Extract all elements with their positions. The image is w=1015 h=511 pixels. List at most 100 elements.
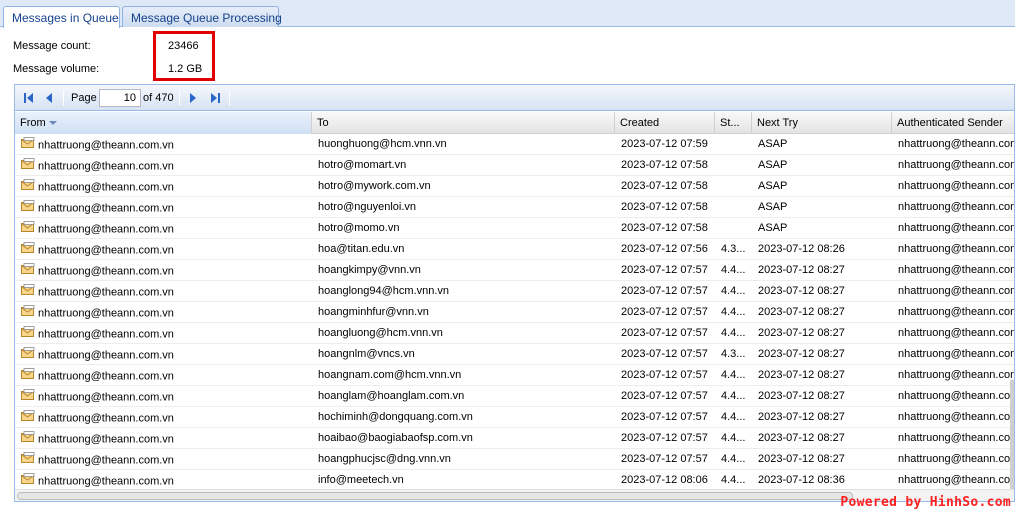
page-label: Page: [71, 92, 97, 104]
table-row[interactable]: nhattruong@theann.com.vn hochiminh@dongqu…: [15, 407, 1014, 428]
cell-status: 4.4...: [721, 432, 746, 444]
table-row[interactable]: nhattruong@theann.com.vn hoa@titan.edu.vn…: [15, 239, 1014, 260]
cell-from: nhattruong@theann.com.vn: [21, 218, 311, 238]
column-header-created[interactable]: Created: [615, 112, 715, 134]
column-header-from[interactable]: From: [15, 112, 312, 134]
cell-next-try: 2023-07-12 08:36: [758, 474, 845, 486]
cell-next-try: ASAP: [758, 159, 788, 171]
table-row[interactable]: nhattruong@theann.com.vn hoangphucjsc@dng…: [15, 449, 1014, 470]
cell-to: hoangkimpy@vnn.vn: [318, 264, 421, 276]
envelope-icon: [21, 137, 35, 152]
table-row[interactable]: nhattruong@theann.com.vn hoanglam@hoangla…: [15, 386, 1014, 407]
envelope-icon: [21, 368, 35, 383]
table-row[interactable]: nhattruong@theann.com.vn hotro@nguyenloi.…: [15, 197, 1014, 218]
cell-next-try: 2023-07-12 08:27: [758, 369, 845, 381]
cell-status: 4.4...: [721, 411, 746, 423]
envelope-icon: [21, 221, 35, 236]
cell-status: 4.4...: [721, 453, 746, 465]
cell-from: nhattruong@theann.com.vn: [21, 134, 311, 154]
cell-next-try: 2023-07-12 08:27: [758, 411, 845, 423]
cell-status: [715, 176, 752, 196]
prev-page-icon[interactable]: [41, 90, 57, 106]
cell-authenticated-sender: nhattruong@theann.com.vn: [898, 243, 1014, 255]
cell-to: hoangminhfur@vnn.vn: [318, 306, 429, 318]
pager-separator: [179, 90, 180, 106]
column-header-authenticated-sender[interactable]: Authenticated Sender: [892, 112, 1014, 134]
table-row[interactable]: nhattruong@theann.com.vn hoangminhfur@vnn…: [15, 302, 1014, 323]
table-row[interactable]: nhattruong@theann.com.vn hoangluong@hcm.v…: [15, 323, 1014, 344]
horizontal-scrollbar-thumb[interactable]: [17, 492, 853, 500]
cell-created: 2023-07-12 07:57: [621, 432, 708, 444]
table-row[interactable]: nhattruong@theann.com.vn hoaibao@baogiaba…: [15, 428, 1014, 449]
cell-next-try: 2023-07-12 08:27: [758, 264, 845, 276]
envelope-icon: [21, 158, 35, 173]
table-row[interactable]: nhattruong@theann.com.vn hotro@mywork.com…: [15, 176, 1014, 197]
cell-created: 2023-07-12 07:57: [621, 306, 708, 318]
cell-from: nhattruong@theann.com.vn: [21, 260, 311, 280]
cell-created: 2023-07-12 07:58: [621, 222, 708, 234]
cell-from-text: nhattruong@theann.com.vn: [38, 265, 174, 278]
table-row[interactable]: nhattruong@theann.com.vn info@meetech.vn 2…: [15, 470, 1014, 491]
cell-from: nhattruong@theann.com.vn: [21, 470, 311, 490]
table-row[interactable]: nhattruong@theann.com.vn hoangnam.com@hcm…: [15, 365, 1014, 386]
cell-to: huonghuong@hcm.vnn.vn: [318, 138, 447, 150]
cell-to: info@meetech.vn: [318, 474, 404, 486]
cell-from: nhattruong@theann.com.vn: [21, 281, 311, 301]
table-row[interactable]: nhattruong@theann.com.vn hotro@momo.vn 202…: [15, 218, 1014, 239]
cell-created: 2023-07-12 07:57: [621, 327, 708, 339]
next-page-icon[interactable]: [185, 90, 201, 106]
cell-to: hoangluong@hcm.vnn.vn: [318, 327, 443, 339]
cell-from-text: nhattruong@theann.com.vn: [38, 244, 174, 257]
cell-from-text: nhattruong@theann.com.vn: [38, 433, 174, 446]
column-header-from-label: From: [20, 117, 46, 129]
cell-status: 4.3...: [721, 348, 746, 360]
cell-to: hoangphucjsc@dng.vnn.vn: [318, 453, 451, 465]
column-header-to[interactable]: To: [312, 112, 615, 134]
cell-from-text: nhattruong@theann.com.vn: [38, 412, 174, 425]
last-page-icon[interactable]: [207, 90, 223, 106]
cell-from: nhattruong@theann.com.vn: [21, 323, 311, 343]
table-row[interactable]: nhattruong@theann.com.vn huonghuong@hcm.v…: [15, 134, 1014, 155]
cell-from-text: nhattruong@theann.com.vn: [38, 328, 174, 341]
envelope-icon: [21, 179, 35, 194]
cell-created: 2023-07-12 07:57: [621, 390, 708, 402]
cell-from: nhattruong@theann.com.vn: [21, 449, 311, 469]
envelope-icon: [21, 410, 35, 425]
grid-body: nhattruong@theann.com.vn huonghuong@hcm.v…: [15, 134, 1014, 491]
cell-status: 4.4...: [721, 327, 746, 339]
cell-next-try: 2023-07-12 08:27: [758, 390, 845, 402]
cell-authenticated-sender: nhattruong@theann.com.vn: [898, 453, 1014, 465]
cell-status: 4.3...: [721, 243, 746, 255]
cell-status: 4.4...: [721, 264, 746, 276]
vertical-scrollbar[interactable]: [1010, 380, 1014, 490]
cell-authenticated-sender: nhattruong@theann.com.vn: [898, 306, 1014, 318]
cell-next-try: ASAP: [758, 138, 788, 150]
cell-authenticated-sender: nhattruong@theann.com.vn: [898, 411, 1014, 423]
cell-authenticated-sender: nhattruong@theann.com.vn: [898, 369, 1014, 381]
column-header-status[interactable]: St...: [715, 112, 752, 134]
column-header-next-try[interactable]: Next Try: [752, 112, 892, 134]
highlight-box: [153, 31, 215, 81]
cell-created: 2023-07-12 07:57: [621, 264, 708, 276]
cell-from: nhattruong@theann.com.vn: [21, 239, 311, 259]
page-number-input[interactable]: [99, 89, 141, 107]
tab-messages-in-queue[interactable]: Messages in Queue: [3, 6, 120, 28]
cell-to: hoa@titan.edu.vn: [318, 243, 405, 255]
table-row[interactable]: nhattruong@theann.com.vn hoanglong94@hcm.…: [15, 281, 1014, 302]
cell-status: [715, 155, 752, 175]
table-row[interactable]: nhattruong@theann.com.vn hoangkimpy@vnn.v…: [15, 260, 1014, 281]
cell-from-text: nhattruong@theann.com.vn: [38, 223, 174, 236]
cell-authenticated-sender: nhattruong@theann.com.vn: [898, 201, 1014, 213]
cell-next-try: ASAP: [758, 201, 788, 213]
cell-created: 2023-07-12 07:57: [621, 411, 708, 423]
grid-header: From To Created St... Next Try Authentic…: [15, 112, 1014, 134]
cell-from-text: nhattruong@theann.com.vn: [38, 307, 174, 320]
cell-status: [715, 134, 752, 154]
tab-message-queue-processing[interactable]: Message Queue Processing: [122, 6, 282, 27]
table-row[interactable]: nhattruong@theann.com.vn hotro@momart.vn 2…: [15, 155, 1014, 176]
cell-status: 4.4...: [721, 306, 746, 318]
cell-from-text: nhattruong@theann.com.vn: [38, 286, 174, 299]
table-row[interactable]: nhattruong@theann.com.vn hoangnlm@vncs.vn…: [15, 344, 1014, 365]
message-queue-grid: Page of 470 From To Created St... Next T…: [14, 84, 1015, 502]
first-page-icon[interactable]: [21, 90, 37, 106]
